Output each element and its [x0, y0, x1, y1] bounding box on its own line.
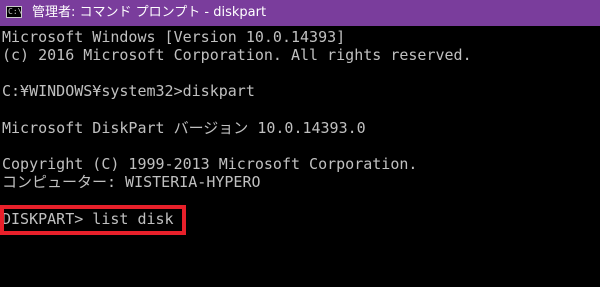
console-line-copyright: (c) 2016 Microsoft Corporation. All righ…	[2, 46, 472, 64]
command-prompt-icon: C:\	[6, 6, 22, 18]
console-line-version: Microsoft Windows [Version 10.0.14393]	[2, 28, 346, 46]
console-line-diskpart-version: Microsoft DiskPart バージョン 10.0.14393.0	[2, 119, 366, 137]
vertical-scrollbar[interactable]	[592, 26, 600, 287]
window-title: 管理者: コマンド プロンプト - diskpart	[32, 5, 267, 20]
console-line-diskpart-copyright: Copyright (C) 1999-2013 Microsoft Corpor…	[2, 155, 418, 173]
command-prompt-window: C:\ 管理者: コマンド プロンプト - diskpart Microsoft…	[0, 0, 600, 287]
console-line-computer-name: コンピューター: WISTERIA-HYPERO	[2, 173, 261, 191]
highlight-box	[0, 205, 186, 235]
console-line-diskpart-command: C:¥WINDOWS¥system32>diskpart	[2, 82, 255, 100]
title-bar[interactable]: C:\ 管理者: コマンド プロンプト - diskpart	[0, 0, 600, 26]
console-output[interactable]: Microsoft Windows [Version 10.0.14393] (…	[0, 26, 600, 287]
command-prompt-icon-text: C:\	[8, 7, 23, 16]
